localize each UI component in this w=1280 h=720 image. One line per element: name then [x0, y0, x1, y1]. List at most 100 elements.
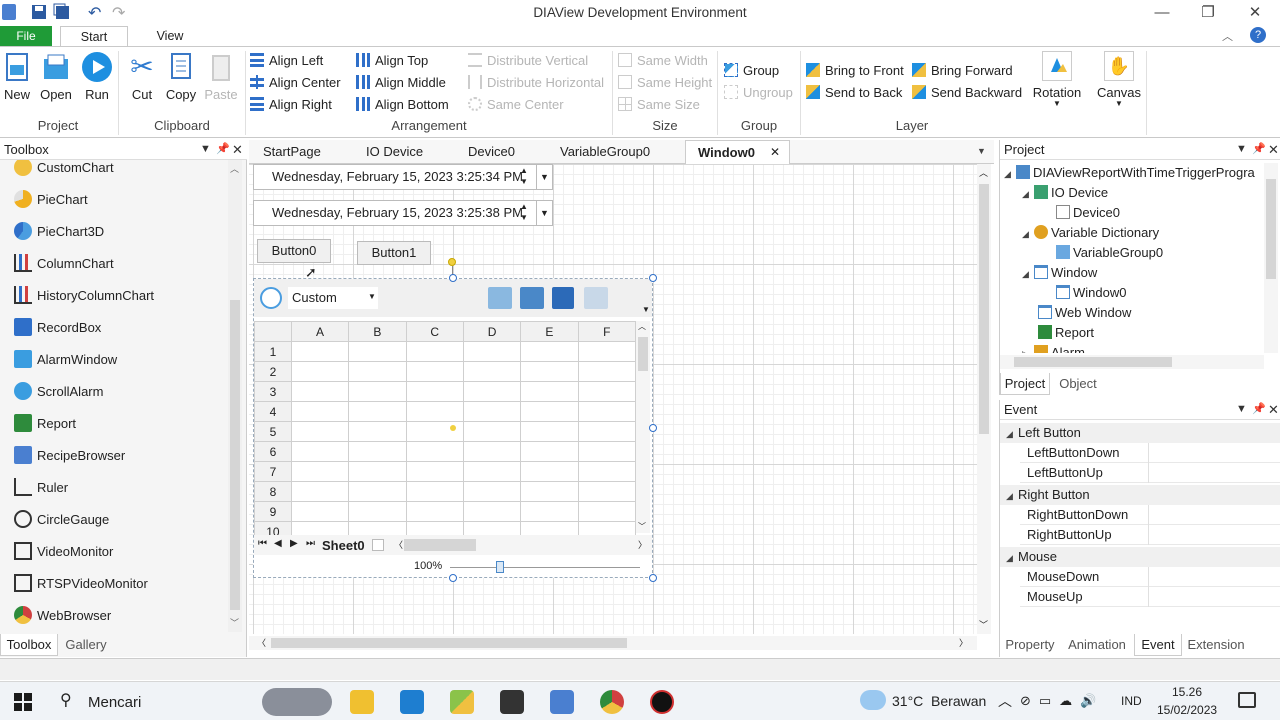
language-indicator[interactable]: IND [1121, 694, 1142, 708]
toolbar-more-icon[interactable]: ▼ [642, 305, 650, 314]
grid-cell[interactable] [405, 481, 464, 502]
selection-handle[interactable] [649, 574, 657, 582]
toolbox-item[interactable]: PieChart3D [14, 216, 104, 248]
app-icon-red[interactable] [650, 690, 674, 714]
app-icon-blue[interactable] [400, 690, 424, 714]
hscroll-left-icon[interactable]: 〈 [394, 538, 403, 551]
grid-cell[interactable] [290, 461, 350, 482]
report-grid[interactable]: A B C D E F 1 2 3 4 5 6 7 8 9 10 [254, 321, 637, 542]
spin-icon[interactable]: ▲ ▼ [520, 201, 528, 223]
tree-vscroll[interactable] [1264, 163, 1278, 353]
tree-hscroll[interactable] [1000, 355, 1264, 369]
grid-cell[interactable] [520, 401, 579, 422]
grid-cell[interactable] [348, 421, 407, 442]
report-save-icon[interactable] [552, 287, 574, 309]
event-row[interactable]: MouseUp [1020, 587, 1280, 607]
tab-gallery[interactable]: Gallery [58, 634, 114, 656]
grid-cell[interactable] [462, 501, 522, 522]
same-width-button[interactable]: Same Width [618, 51, 708, 71]
tray-icons[interactable]: ⊘▭☁🔊 [1020, 693, 1104, 709]
grid-cell[interactable] [462, 421, 522, 442]
pin-icon[interactable]: 📌 [216, 142, 230, 155]
distribute-vertical-button[interactable]: Distribute Vertical [468, 51, 588, 71]
scroll-thumb[interactable] [979, 184, 989, 434]
grid-cell[interactable] [405, 381, 464, 402]
design-canvas[interactable]: Wednesday, February 15, 2023 3:25:34 PM … [249, 164, 977, 634]
grid-cell[interactable] [348, 481, 407, 502]
grid-cell[interactable] [462, 381, 522, 402]
grid-cell[interactable] [348, 401, 407, 422]
row-header[interactable]: 1 [254, 341, 292, 362]
scroll-up-icon[interactable]: ︿ [979, 166, 988, 179]
toolbox-item[interactable]: VideoMonitor [14, 536, 113, 568]
grid-cell[interactable] [577, 401, 637, 422]
report-print-icon[interactable] [584, 287, 608, 309]
toolbox-item[interactable]: HistoryColumnChart [14, 280, 154, 312]
button0[interactable]: Button0 [257, 239, 331, 263]
panel-close-icon[interactable]: ✕ [1268, 142, 1279, 158]
grid-cell[interactable] [462, 361, 522, 382]
grid-cell[interactable] [290, 361, 350, 382]
grid-cell[interactable] [462, 441, 522, 462]
grid-cell[interactable] [405, 501, 464, 522]
row-header[interactable]: 5 [254, 421, 292, 442]
datetime-dropdown-icon[interactable]: ▼ [536, 165, 552, 189]
chrome-icon[interactable] [600, 690, 624, 714]
grid-cell[interactable] [520, 441, 579, 462]
hscroll-thumb[interactable] [404, 539, 476, 551]
align-bottom-button[interactable]: Align Bottom [356, 95, 449, 115]
column-header[interactable]: E [520, 321, 579, 342]
event-row[interactable]: RightButtonDown [1020, 505, 1280, 525]
diaview-icon[interactable] [550, 690, 574, 714]
canvas-vscroll[interactable]: ︿ ﹀ [977, 164, 991, 634]
tree-item-alarm[interactable]: ▷Alarm [1022, 343, 1085, 353]
toolbox-item[interactable]: CircleGauge [14, 504, 109, 536]
panel-close-icon[interactable]: ✕ [232, 142, 243, 158]
align-right-button[interactable]: Align Right [250, 95, 332, 115]
tree-item-variablegroup0[interactable]: VariableGroup0 [1056, 243, 1163, 263]
selection-handle[interactable] [649, 274, 657, 282]
scroll-thumb[interactable] [230, 300, 240, 610]
event-group-right-button[interactable]: ◢ Right Button [1000, 485, 1280, 505]
grid-cell[interactable] [405, 461, 464, 482]
file-explorer-icon[interactable] [350, 690, 374, 714]
grid-cell[interactable] [520, 501, 579, 522]
expand-icon[interactable]: ◢ [1006, 486, 1018, 506]
grid-cell[interactable] [348, 501, 407, 522]
minimize-icon[interactable]: — [1139, 2, 1185, 24]
toolbox-item[interactable]: RecipeBrowser [14, 440, 125, 472]
grid-cell[interactable] [290, 421, 350, 442]
grid-cell[interactable] [520, 421, 579, 442]
doc-tab-startpage[interactable]: StartPage [263, 140, 321, 164]
grid-cell[interactable] [290, 481, 350, 502]
grid-cell[interactable] [405, 361, 464, 382]
toolbox-item[interactable]: ScrollAlarm [14, 376, 103, 408]
grid-cell[interactable] [520, 341, 579, 362]
row-header[interactable]: 6 [254, 441, 292, 462]
grid-cell[interactable] [348, 441, 407, 462]
send-to-back-button[interactable]: Send to Back [806, 83, 902, 103]
app-icon-cube[interactable] [450, 690, 474, 714]
expand-icon[interactable]: ◢ [1022, 184, 1034, 204]
grid-cell[interactable] [520, 361, 579, 382]
report-open-icon[interactable] [520, 287, 544, 309]
row-header[interactable]: 2 [254, 361, 292, 382]
clock-date[interactable]: 15/02/2023 [1157, 703, 1217, 717]
tree-item-window0[interactable]: Window0 [1056, 283, 1126, 303]
grid-cell[interactable] [577, 381, 637, 402]
same-center-button[interactable]: Same Center [468, 95, 564, 115]
notification-icon[interactable] [1238, 692, 1256, 708]
report-preview-icon[interactable] [488, 287, 512, 309]
grid-cell[interactable] [577, 501, 637, 522]
align-top-button[interactable]: Align Top [356, 51, 428, 71]
grid-cell[interactable] [520, 481, 579, 502]
datetime-picker-2[interactable]: Wednesday, February 15, 2023 3:25:38 PM … [253, 200, 553, 226]
restore-icon[interactable]: ❐ [1185, 2, 1231, 24]
tab-start[interactable]: Start [60, 26, 128, 46]
grid-cell[interactable] [405, 341, 464, 362]
expand-icon[interactable]: ◢ [1006, 548, 1018, 568]
grid-cell[interactable] [577, 421, 637, 442]
new-sheet-icon[interactable] [372, 539, 384, 551]
grid-cell[interactable] [462, 461, 522, 482]
windows-start-icon[interactable] [14, 693, 32, 711]
